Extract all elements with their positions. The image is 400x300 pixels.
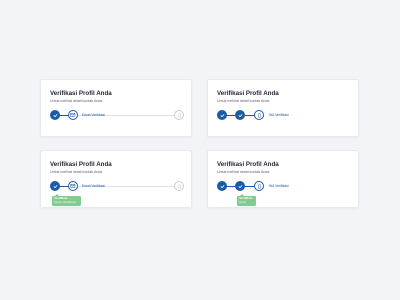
phone-icon xyxy=(257,112,262,118)
card-title: Verifikasi Profil Anda xyxy=(50,161,112,168)
card-title: Verifikasi Profil Anda xyxy=(217,161,279,168)
check-icon xyxy=(220,113,225,118)
phone-icon xyxy=(177,183,182,189)
step-phone[interactable] xyxy=(174,110,184,120)
card-subtitle: Untuk melihat detail kontak Anda xyxy=(217,98,270,103)
check-icon xyxy=(238,113,243,118)
card-subtitle: Untuk melihat detail kontak Anda xyxy=(50,169,103,174)
phone-icon xyxy=(257,183,262,189)
step-completed[interactable] xyxy=(50,181,60,191)
verification-card: Verifikasi Profil Anda Untuk melihat det… xyxy=(40,79,192,137)
check-icon xyxy=(53,113,58,118)
step-email[interactable] xyxy=(68,110,78,120)
step-phone[interactable] xyxy=(174,181,184,191)
step-completed[interactable] xyxy=(50,110,60,120)
tooltip-text: Nomor Handphone xyxy=(54,200,77,204)
tooltip-text: Email xyxy=(239,200,246,204)
verification-card: Verifikasi Profil Anda Untuk melihat det… xyxy=(207,79,359,137)
step-completed[interactable] xyxy=(217,110,227,120)
check-icon xyxy=(220,184,225,189)
verification-card: Verifikasi Profil Anda Untuk melihat det… xyxy=(40,150,192,208)
mail-icon xyxy=(70,183,76,189)
card-subtitle: Untuk melihat detail kontak Anda xyxy=(50,98,103,103)
step-label: Email Verifikasi xyxy=(82,113,105,117)
check-icon xyxy=(238,184,243,189)
mail-icon xyxy=(70,112,76,118)
card-subtitle: Untuk melihat detail kontak Anda xyxy=(217,169,270,174)
step-tooltip: Verifikasi Email xyxy=(237,194,256,206)
step-completed[interactable] xyxy=(217,181,227,191)
step-phone[interactable] xyxy=(254,110,264,120)
step-completed[interactable] xyxy=(235,110,245,120)
verification-card: Verifikasi Profil Anda Untuk melihat det… xyxy=(207,150,359,208)
step-label: Email Verifikasi xyxy=(82,184,105,188)
step-phone[interactable] xyxy=(254,181,264,191)
step-label: WA Verifikasi xyxy=(269,113,289,117)
card-title: Verifikasi Profil Anda xyxy=(217,90,279,97)
card-title: Verifikasi Profil Anda xyxy=(50,90,112,97)
check-icon xyxy=(53,184,58,189)
step-completed[interactable] xyxy=(235,181,245,191)
step-email[interactable] xyxy=(68,181,78,191)
step-label: WA Verifikasi xyxy=(269,184,289,188)
step-tooltip: Verifikasi Nomor Handphone xyxy=(52,194,81,206)
phone-icon xyxy=(177,112,182,118)
